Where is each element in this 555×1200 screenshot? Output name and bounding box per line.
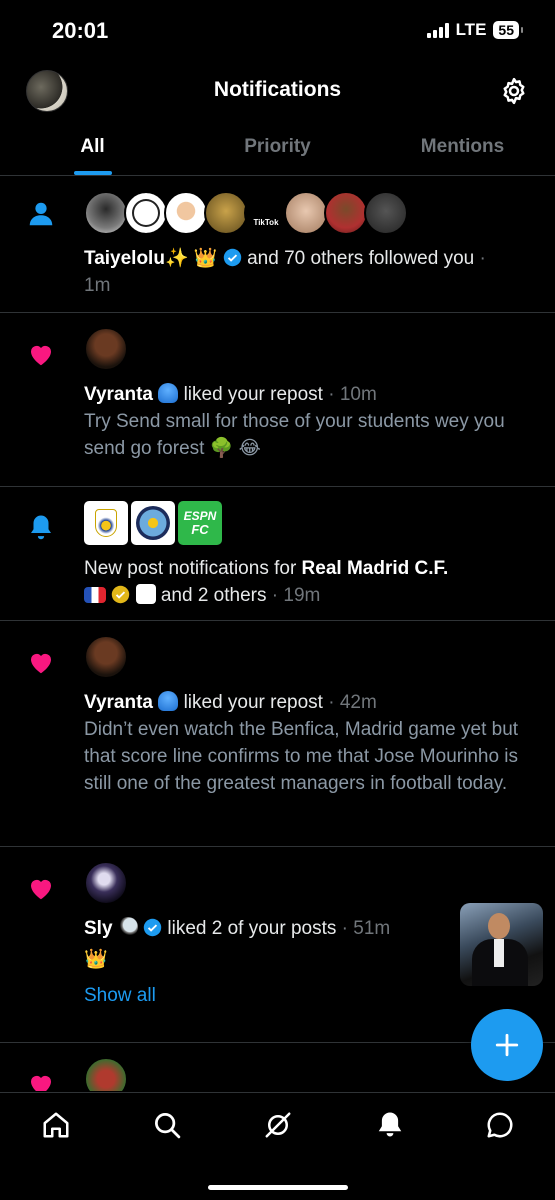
heart-icon (31, 1075, 51, 1091)
magnifier-emoji-icon (117, 917, 138, 937)
messages-icon[interactable] (485, 1110, 515, 1140)
timestamp: 19m (283, 585, 321, 606)
post-preview: Didn’t even watch the Benfica, Madrid ga… (84, 719, 519, 794)
verified-badge-icon (223, 248, 242, 267)
notification-text: Vyranta liked your repost · 42m (84, 691, 377, 713)
settings-gear-icon[interactable] (499, 76, 529, 106)
follow-text: and 70 others followed you (247, 248, 475, 269)
person-icon (29, 202, 53, 226)
status-bar: 20:01 LTE 55 (0, 0, 555, 62)
timestamp: 51m (353, 918, 391, 939)
verified-badge-icon (143, 918, 162, 937)
action-text: liked your repost (183, 384, 323, 405)
user-name[interactable]: Taiyelolu✨ 👑 (84, 248, 218, 269)
france-flag-icon (84, 587, 106, 603)
gold-verified-badge-icon (112, 585, 130, 604)
top-header: Notifications (0, 62, 555, 118)
notification-like[interactable]: Vyranta liked your repost · 10m Try Send… (0, 313, 555, 487)
bottom-navigation (0, 1092, 555, 1200)
user-name[interactable]: Sly (84, 918, 113, 939)
network-type: LTE (455, 20, 487, 39)
avatar[interactable] (84, 191, 128, 235)
notification-text: Vyranta liked your repost · 10m (84, 383, 377, 405)
grok-icon[interactable] (263, 1110, 293, 1140)
espn-fc-avatar[interactable]: ESPN FC (178, 501, 222, 545)
heart-icon (31, 345, 51, 366)
heart-icon (31, 653, 51, 674)
notification-text: Taiyelolu✨ 👑 and 70 others followed you … (84, 248, 486, 296)
avatar[interactable] (324, 191, 368, 235)
tab-mentions[interactable]: Mentions (370, 124, 555, 175)
avatar[interactable] (84, 1057, 128, 1091)
timestamp: 1m (84, 275, 111, 296)
account-name[interactable]: Real Madrid C.F. (302, 558, 449, 579)
bell-icon (31, 515, 51, 540)
search-icon[interactable] (152, 1110, 182, 1140)
home-indicator (207, 1185, 348, 1190)
show-all-link[interactable]: Show all (84, 985, 541, 1007)
timestamp: 10m (339, 384, 377, 405)
tab-all[interactable]: All (0, 124, 185, 175)
man-city-avatar[interactable] (131, 501, 175, 545)
action-text: liked 2 of your posts (167, 918, 337, 939)
signal-icon (426, 22, 449, 38)
notification-tabs: All Priority Mentions (0, 124, 555, 176)
tiktok-avatar[interactable]: TikTok (244, 191, 288, 235)
heart-icon (31, 879, 51, 900)
avatar[interactable] (84, 635, 128, 679)
post-preview: Try Send small for those of your student… (84, 411, 505, 459)
avatar[interactable] (84, 861, 128, 905)
avatar[interactable] (164, 191, 208, 235)
avatar[interactable] (284, 191, 328, 235)
notification-new-post[interactable]: ESPN FC New post notifications for Real … (0, 487, 555, 621)
user-name[interactable]: Vyranta (84, 384, 153, 405)
timestamp: 42m (339, 692, 377, 713)
avatar[interactable] (204, 191, 248, 235)
plus-icon (495, 1033, 519, 1057)
tab-priority[interactable]: Priority (185, 124, 370, 175)
floating-video-player[interactable] (460, 903, 543, 986)
notification-follow[interactable]: TikTok Taiyelolu✨ 👑 and 70 others follow… (0, 177, 555, 313)
status-time: 20:01 (52, 18, 109, 43)
action-text: liked your repost (183, 692, 323, 713)
user-name[interactable]: Vyranta (84, 692, 153, 713)
notifications-bell-icon[interactable] (375, 1110, 405, 1140)
avatar[interactable] (124, 191, 168, 235)
follower-avatars: TikTok (84, 191, 541, 235)
notification-like[interactable]: Vyranta liked your repost · 42m Didn’t e… (0, 621, 555, 847)
real-madrid-avatar[interactable] (84, 501, 128, 545)
notification-text: New post notifications for Real Madrid C… (84, 558, 449, 606)
avatar[interactable] (364, 191, 408, 235)
home-icon[interactable] (41, 1110, 71, 1140)
battery-icon: 55 (493, 21, 523, 39)
status-indicators: LTE 55 (426, 20, 523, 40)
jellyfish-emoji-icon (158, 383, 179, 403)
avatar[interactable] (84, 327, 128, 371)
compose-button[interactable] (471, 1009, 543, 1081)
club-crest-icon (135, 584, 156, 604)
page-title: Notifications (213, 78, 342, 101)
jellyfish-emoji-icon (158, 691, 179, 711)
